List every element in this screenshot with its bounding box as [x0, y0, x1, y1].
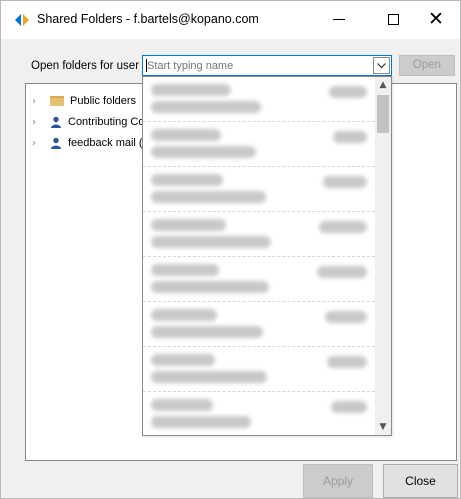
user-icon [51, 137, 61, 149]
shared-folders-dialog: Shared Folders - f.bartels@kopano.com ✕ … [0, 0, 461, 499]
redacted-text [151, 399, 213, 411]
redacted-text [319, 221, 367, 233]
redacted-text [151, 354, 215, 366]
minimize-button[interactable] [317, 1, 363, 39]
dropdown-scrollbar[interactable]: ▲ ▼ [375, 77, 391, 435]
list-item[interactable] [143, 122, 375, 167]
list-item[interactable] [143, 347, 375, 392]
scroll-down-icon[interactable]: ▼ [375, 419, 391, 435]
list-item[interactable] [143, 392, 375, 435]
tree-item-contributing[interactable]: › Contributing Cont [32, 113, 154, 131]
redacted-text [151, 309, 217, 321]
redacted-text [151, 174, 223, 186]
close-button[interactable]: Close [383, 464, 458, 498]
redacted-text [151, 416, 251, 428]
close-icon: ✕ [428, 8, 444, 30]
dropdown-toggle-button[interactable] [373, 57, 390, 74]
redacted-text [151, 146, 256, 158]
redacted-text [151, 191, 266, 203]
redacted-text [151, 101, 261, 113]
apply-button[interactable]: Apply [303, 464, 373, 498]
open-button[interactable]: Open [399, 55, 455, 76]
redacted-text [329, 86, 367, 98]
redacted-text [151, 371, 267, 383]
redacted-text [151, 264, 219, 276]
list-item[interactable] [143, 167, 375, 212]
redacted-text [151, 129, 221, 141]
close-window-button[interactable]: ✕ [415, 1, 461, 39]
suggestions-list[interactable] [143, 77, 375, 435]
minimize-icon [333, 19, 345, 20]
tree-item-label: feedback mail (fe [68, 137, 152, 149]
chevron-right-icon[interactable]: › [32, 96, 42, 107]
user-search-input[interactable] [147, 56, 371, 75]
redacted-text [325, 311, 367, 323]
maximize-button[interactable] [371, 1, 417, 39]
tree-item-label: Contributing Cont [68, 116, 154, 128]
redacted-text [151, 236, 271, 248]
redacted-text [331, 401, 367, 413]
title-bar[interactable]: Shared Folders - f.bartels@kopano.com ✕ [1, 1, 460, 39]
user-suggestions-dropdown[interactable]: ▲ ▼ [142, 76, 392, 436]
redacted-text [151, 326, 263, 338]
chevron-right-icon[interactable]: › [32, 138, 42, 149]
list-item[interactable] [143, 302, 375, 347]
user-search-combobox[interactable] [142, 55, 392, 76]
list-item[interactable] [143, 212, 375, 257]
folder-icon [50, 96, 64, 106]
app-icon [15, 14, 29, 26]
redacted-text [317, 266, 367, 278]
tree-item-feedback-mail[interactable]: › feedback mail (fe [32, 134, 152, 152]
scrollbar-thumb[interactable] [377, 95, 389, 133]
redacted-text [151, 219, 226, 231]
tree-item-public-folders[interactable]: › Public folders [32, 92, 136, 110]
open-folders-label: Open folders for user [31, 60, 140, 72]
redacted-text [151, 84, 231, 96]
redacted-text [323, 176, 367, 188]
chevron-right-icon[interactable]: › [32, 117, 42, 128]
maximize-icon [388, 14, 399, 25]
redacted-text [327, 356, 367, 368]
chevron-down-icon [377, 63, 386, 69]
tree-item-label: Public folders [70, 95, 137, 107]
redacted-text [333, 131, 367, 143]
list-item[interactable] [143, 257, 375, 302]
list-item[interactable] [143, 77, 375, 122]
scroll-up-icon[interactable]: ▲ [375, 77, 391, 93]
window-title: Shared Folders - f.bartels@kopano.com [37, 12, 259, 26]
redacted-text [151, 281, 269, 293]
user-icon [51, 116, 61, 128]
